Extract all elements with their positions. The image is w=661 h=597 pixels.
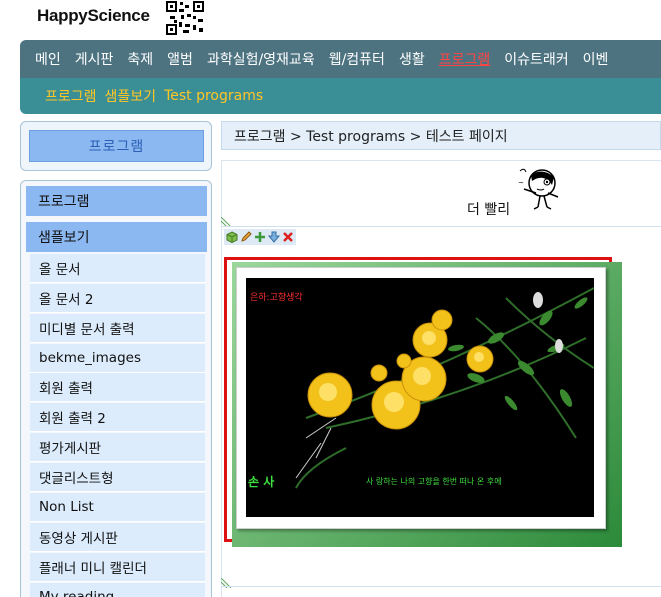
qr-code-icon	[165, 0, 205, 36]
arrow-down-icon[interactable]	[267, 230, 280, 244]
sidebar-item-video-board[interactable]: 동영상 게시판	[30, 523, 205, 552]
photo-caption-top: 은하:고향생각	[250, 291, 303, 303]
post-toolbar	[224, 229, 296, 245]
delete-icon[interactable]	[281, 230, 294, 244]
plus-icon[interactable]	[253, 230, 266, 244]
content-divider	[221, 226, 661, 227]
main-nav: 메인 게시판 축제 앨범 과학실험/영재교육 웹/컴퓨터 생활 프로그램 이슈트…	[20, 40, 661, 78]
sidebar-item-my-reading[interactable]: My reading	[30, 583, 205, 597]
cartoon-character-icon: ~	[518, 168, 559, 210]
sidebar-item-all-docs-2[interactable]: 올 문서 2	[30, 284, 205, 313]
package-icon[interactable]	[225, 230, 238, 244]
sidebar-item-all-docs[interactable]: 올 문서	[30, 254, 205, 283]
faster-text: 더 빨리	[467, 202, 511, 218]
yellow-flowers-image: 은하:고향생각 사 랑하는 나의 고향을 한번 떠나 온 후에 손 사	[246, 278, 594, 517]
sidebar-item-bekme-images[interactable]: bekme_images	[30, 344, 205, 373]
sidebar-title: 프로그램	[29, 130, 204, 162]
photo-signature: 손 사	[248, 474, 274, 489]
sub-nav: 프로그램 샘플보기 Test programs	[20, 78, 661, 114]
sidebar-item-comment-list[interactable]: 댓글리스트형	[30, 463, 205, 492]
nav-item-life[interactable]: 생활	[399, 49, 425, 69]
subnav-item-program[interactable]: 프로그램	[45, 86, 97, 106]
sidebar-head-sample[interactable]: 샘플보기	[26, 222, 207, 252]
page: HappyScience 메인 게시판 축제 앨범 과학실험/영재교육 웹/컴퓨…	[0, 0, 661, 597]
photo-caption-bottom: 사 랑하는 나의 고향을 한번 떠나 온 후에	[366, 476, 502, 486]
sidebar-item-rating-board[interactable]: 평가게시판	[30, 433, 205, 462]
pencil-icon[interactable]	[239, 230, 252, 244]
nav-item-issue-tracker[interactable]: 이슈트래커	[504, 49, 568, 69]
nav-item-album[interactable]: 앨범	[167, 49, 193, 69]
nav-item-festival[interactable]: 축제	[127, 49, 153, 69]
sidebar-head-program[interactable]: 프로그램	[26, 186, 207, 216]
nav-item-main[interactable]: 메인	[35, 49, 61, 69]
svg-text:~: ~	[518, 179, 524, 187]
content-divider-bottom	[221, 586, 661, 587]
sidebar-item-non-list[interactable]: Non List	[30, 493, 205, 522]
breadcrumb: 프로그램 > Test programs > 테스트 페이지	[221, 121, 661, 150]
subnav-item-test-programs[interactable]: Test programs	[164, 88, 263, 104]
nav-item-board[interactable]: 게시판	[75, 49, 114, 69]
sidebar-item-member-output[interactable]: 회원 출력	[30, 373, 205, 402]
sidebar-item-member-output-2[interactable]: 회원 출력 2	[30, 403, 205, 432]
nav-item-science[interactable]: 과학실험/영재교육	[207, 49, 315, 69]
sidebar-item-media-docs[interactable]: 미디별 문서 출력	[30, 314, 205, 343]
nav-item-program[interactable]: 프로그램	[439, 49, 491, 69]
nav-item-web-computer[interactable]: 웹/컴퓨터	[329, 49, 385, 69]
subnav-item-sample[interactable]: 샘플보기	[105, 86, 157, 106]
sidebar-item-planner-calendar[interactable]: 플래너 미니 캘린더	[30, 553, 205, 582]
flower-photo[interactable]: 은하:고향생각 사 랑하는 나의 고향을 한번 떠나 온 후에 손 사	[246, 278, 594, 517]
nav-item-event[interactable]: 이벤	[583, 49, 609, 69]
site-logo[interactable]: HappyScience	[37, 6, 150, 26]
sidebar-menu: 프로그램 샘플보기 올 문서 올 문서 2 미디별 문서 출력 bekme_im…	[20, 180, 212, 597]
sidebar-title-box: 프로그램	[20, 121, 212, 171]
